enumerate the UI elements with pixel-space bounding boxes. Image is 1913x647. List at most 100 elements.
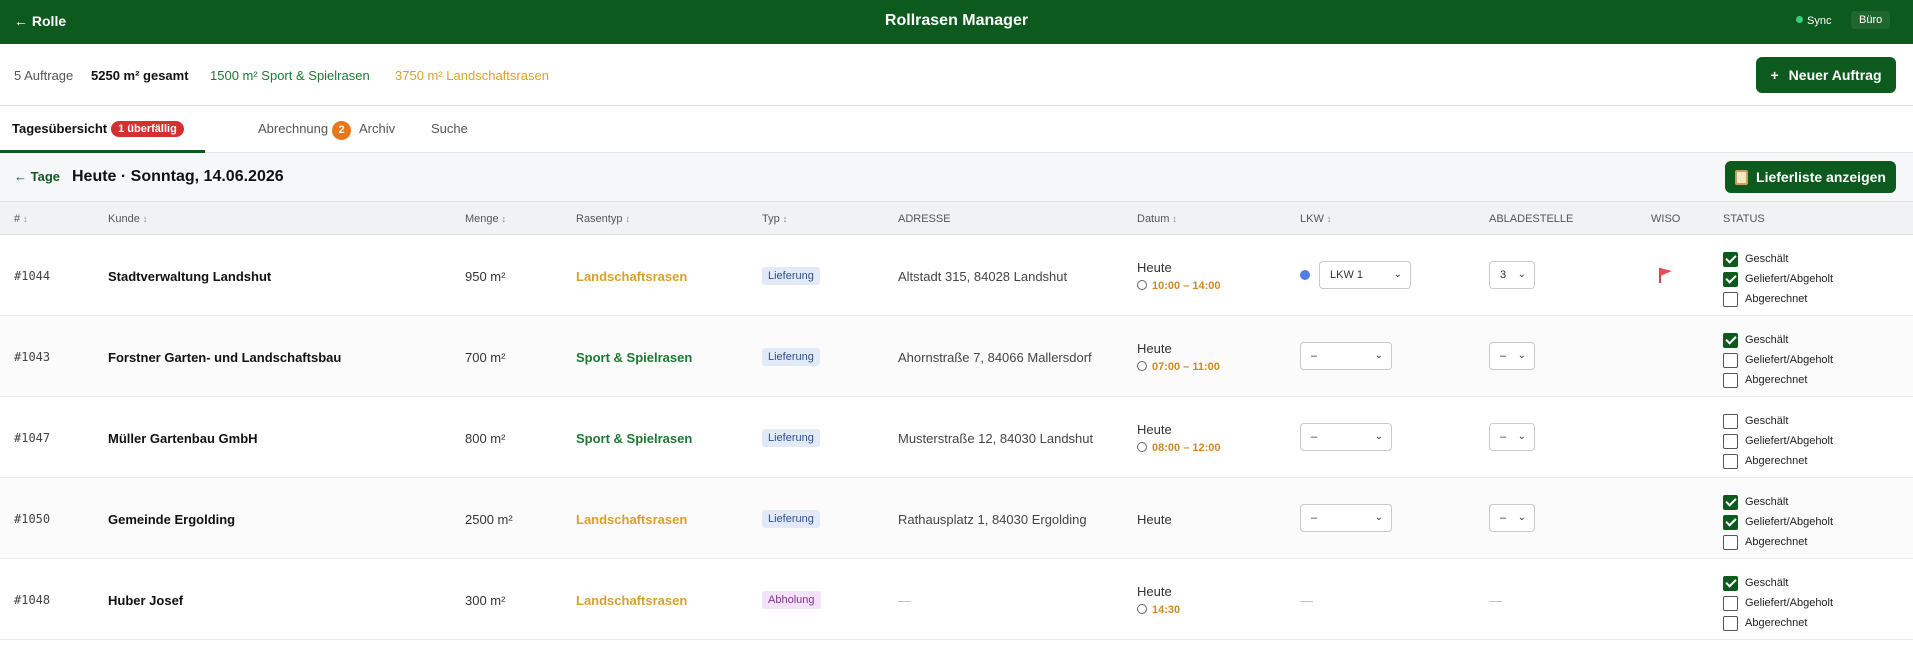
sort-icon: ↕	[1326, 214, 1332, 224]
status-abgerechnet[interactable]: Abgerechnet	[1723, 451, 1833, 471]
status-geliefert[interactable]: Geliefert/Abgeholt	[1723, 431, 1833, 451]
status-abgerechnet[interactable]: Abgerechnet	[1723, 289, 1833, 309]
checkbox-unchecked-icon[interactable]	[1723, 291, 1738, 307]
status-geschaelt[interactable]: Geschält	[1723, 492, 1833, 512]
quantity: 300 m²	[465, 593, 506, 608]
column-header-typ[interactable]: Typ ↕	[762, 213, 787, 225]
landscape-area: 3750 m² Landschaftsrasen	[395, 68, 549, 83]
customer-name: Müller Gartenbau GmbH	[108, 431, 258, 446]
quantity: 800 m²	[465, 431, 506, 446]
sort-icon: ↕	[142, 214, 148, 224]
checkbox-unchecked-icon[interactable]	[1723, 615, 1738, 631]
order-id: #1047	[14, 431, 51, 445]
order-type-badge: Lieferung	[762, 429, 820, 447]
column-header-id[interactable]: # ↕	[14, 213, 28, 225]
date: Heute	[1137, 260, 1172, 275]
app-title: Rollrasen Manager	[884, 12, 1029, 29]
quantity: 700 m²	[465, 350, 506, 365]
status-geliefert[interactable]: Geliefert/Abgeholt	[1723, 593, 1833, 613]
truck-select[interactable]: – ⌄	[1300, 504, 1392, 532]
table-header: # ↕ Kunde ↕ Menge ↕ Rasentyp ↕ Typ ↕ ADRESSE …	[0, 201, 1913, 235]
address: Rathausplatz 1, 84030 Ergolding	[898, 512, 1087, 527]
status-geschaelt[interactable]: Geschält	[1723, 330, 1833, 350]
billing-count-badge: 2	[332, 121, 352, 140]
status-geliefert[interactable]: Geliefert/Abgeholt	[1723, 512, 1833, 532]
office-button[interactable]: Büro	[1851, 11, 1891, 29]
checkbox-unchecked-icon[interactable]	[1723, 595, 1738, 611]
checkbox-checked-icon[interactable]	[1723, 332, 1738, 348]
chevron-down-icon: ⌄	[1517, 431, 1526, 442]
status-geliefert[interactable]: Geliefert/Abgeholt	[1723, 269, 1833, 289]
order-type-badge: Lieferung	[762, 267, 820, 285]
table-row[interactable]: #1044 Stadtverwaltung Landshut 950 m² La…	[0, 235, 1913, 316]
checkbox-checked-icon[interactable]	[1723, 251, 1738, 267]
delivery-list-button[interactable]: Lieferliste anzeigen	[1725, 161, 1896, 193]
customer-name: Gemeinde Ergolding	[108, 512, 236, 527]
checkbox-checked-icon[interactable]	[1723, 514, 1738, 530]
grass-type: Landschaftsrasen	[576, 269, 688, 284]
column-header-lkw[interactable]: LKW ↕	[1300, 213, 1331, 225]
time-window: 07:00 – 11:00	[1137, 361, 1220, 373]
back-to-role-button[interactable]: ← Rolle	[14, 13, 66, 29]
chevron-down-icon: ⌄	[1374, 512, 1383, 523]
chevron-down-icon: ⌄	[1374, 431, 1383, 442]
unloading-spot-select[interactable]: 3 ⌄	[1489, 261, 1535, 289]
truck-select[interactable]: – ⌄	[1300, 423, 1392, 451]
grass-type: Sport & Spielrasen	[576, 431, 693, 446]
chevron-down-icon: ⌄	[1374, 350, 1383, 361]
date: Heute	[1137, 422, 1172, 437]
status-abgerechnet[interactable]: Abgerechnet	[1723, 613, 1833, 633]
table-row[interactable]: #1048 Huber Josef 300 m² Landschaftsrase…	[0, 559, 1913, 640]
unloading-spot-select[interactable]: – ⌄	[1489, 342, 1535, 370]
tab-tagesuebersicht[interactable]: Tagesübersicht 1 überfällig	[12, 121, 184, 137]
unloading-spot-select[interactable]: – ⌄	[1489, 504, 1535, 532]
checkbox-unchecked-icon[interactable]	[1723, 372, 1738, 388]
truck-select[interactable]: LKW 1 ⌄	[1319, 261, 1411, 289]
address: Musterstraße 12, 84030 Landshut	[898, 431, 1094, 446]
tab-abrechnung[interactable]: Abrechnung 2	[258, 121, 352, 140]
address: Altstadt 315, 84028 Landshut	[898, 269, 1068, 284]
back-to-days-button[interactable]: ← Tage	[14, 169, 60, 184]
column-header-rasentyp[interactable]: Rasentyp ↕	[576, 213, 630, 225]
column-header-kunde[interactable]: Kunde ↕	[108, 213, 147, 225]
grass-type: Landschaftsrasen	[576, 512, 688, 527]
status-geschaelt[interactable]: Geschält	[1723, 411, 1833, 431]
clipboard-icon	[1735, 169, 1749, 185]
delivery-list-label: Lieferliste anzeigen	[1756, 169, 1886, 185]
checkbox-checked-icon[interactable]	[1723, 494, 1738, 510]
status-geschaelt[interactable]: Geschält	[1723, 573, 1833, 593]
status-abgerechnet[interactable]: Abgerechnet	[1723, 370, 1833, 390]
table-row[interactable]: #1050 Gemeinde Ergolding 2500 m² Landsch…	[0, 478, 1913, 559]
sort-icon: ↕	[501, 214, 507, 224]
status-abgerechnet[interactable]: Abgerechnet	[1723, 532, 1833, 552]
tab-suche[interactable]: Suche	[431, 121, 468, 136]
checkbox-unchecked-icon[interactable]	[1723, 413, 1738, 429]
checkbox-unchecked-icon[interactable]	[1723, 352, 1738, 368]
status-checkboxes: Geschält Geliefert/Abgeholt Abgerechnet	[1723, 411, 1833, 471]
column-header-abladestelle: ABLADESTELLE	[1489, 213, 1574, 225]
status-geliefert[interactable]: Geliefert/Abgeholt	[1723, 350, 1833, 370]
tab-label: Tagesübersicht	[12, 121, 108, 136]
checkbox-unchecked-icon[interactable]	[1723, 534, 1738, 550]
new-order-button[interactable]: + Neuer Auftrag	[1756, 57, 1896, 93]
quantity: 950 m²	[465, 269, 506, 284]
sync-indicator: Sync	[1796, 15, 1831, 27]
table-row[interactable]: #1047 Müller Gartenbau GmbH 800 m² Sport…	[0, 397, 1913, 478]
status-checkboxes: Geschält Geliefert/Abgeholt Abgerechnet	[1723, 330, 1833, 390]
status-geschaelt[interactable]: Geschält	[1723, 249, 1833, 269]
top-bar: ← Rolle Rollrasen Manager Sync Büro	[0, 0, 1913, 44]
truck-select[interactable]: – ⌄	[1300, 342, 1392, 370]
address: Ahornstraße 7, 84066 Mallersdorf	[898, 350, 1092, 365]
column-header-datum[interactable]: Datum ↕	[1137, 213, 1177, 225]
checkbox-unchecked-icon[interactable]	[1723, 453, 1738, 469]
checkbox-unchecked-icon[interactable]	[1723, 433, 1738, 449]
column-header-menge[interactable]: Menge ↕	[465, 213, 506, 225]
status-checkboxes: Geschält Geliefert/Abgeholt Abgerechnet	[1723, 492, 1833, 552]
tab-archiv[interactable]: Archiv	[359, 121, 395, 136]
checkbox-checked-icon[interactable]	[1723, 271, 1738, 287]
chevron-down-icon: ⌄	[1517, 512, 1526, 523]
table-row[interactable]: #1043 Forstner Garten- und Landschaftsba…	[0, 316, 1913, 397]
checkbox-checked-icon[interactable]	[1723, 575, 1738, 591]
flag-icon[interactable]	[1657, 266, 1675, 284]
unloading-spot-select[interactable]: – ⌄	[1489, 423, 1535, 451]
